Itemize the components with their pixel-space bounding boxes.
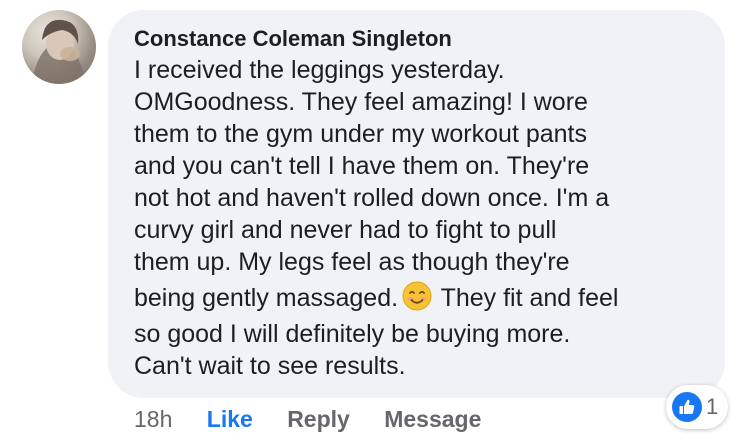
comment-line: so good I will definitely be buying more…: [134, 320, 571, 348]
comment-line-segment: They fit and feel: [440, 284, 619, 312]
smiling-face-emoji-icon: [402, 281, 432, 311]
comment-line: them to the gym under my workout pants: [134, 120, 587, 148]
comment-text: I received the leggings yesterday. OMGoo…: [134, 54, 699, 382]
comment-line-segment: being gently massaged.: [134, 284, 399, 312]
comment-line: curvy girl and never had to fight to pul…: [134, 216, 557, 244]
comment-actions: 18h Like Reply Message: [134, 404, 509, 434]
reply-button[interactable]: Reply: [287, 404, 350, 434]
comment-line: Can't wait to see results.: [134, 352, 406, 380]
comment-line: OMGoodness. They feel amazing! I wore: [134, 88, 588, 116]
comment-line: them up. My legs feel as though they're: [134, 248, 570, 276]
message-button[interactable]: Message: [384, 404, 481, 434]
like-button[interactable]: Like: [207, 404, 253, 434]
reaction-summary[interactable]: 1: [666, 385, 729, 429]
avatar[interactable]: [22, 10, 96, 84]
comment-bubble: Constance Coleman Singleton I received t…: [108, 10, 725, 398]
comment-line: and you can't tell I have them on. They'…: [134, 152, 590, 180]
reaction-count: 1: [706, 394, 719, 419]
timestamp[interactable]: 18h: [134, 404, 172, 434]
comment-line: not hot and haven't rolled down once. I'…: [134, 184, 610, 212]
thumbs-up-icon: [672, 392, 702, 422]
comment-line-with-emoji: being gently massaged. They fit and feel: [134, 278, 699, 318]
comment-author[interactable]: Constance Coleman Singleton: [134, 24, 699, 54]
comment-line: I received the leggings yesterday.: [134, 56, 505, 84]
